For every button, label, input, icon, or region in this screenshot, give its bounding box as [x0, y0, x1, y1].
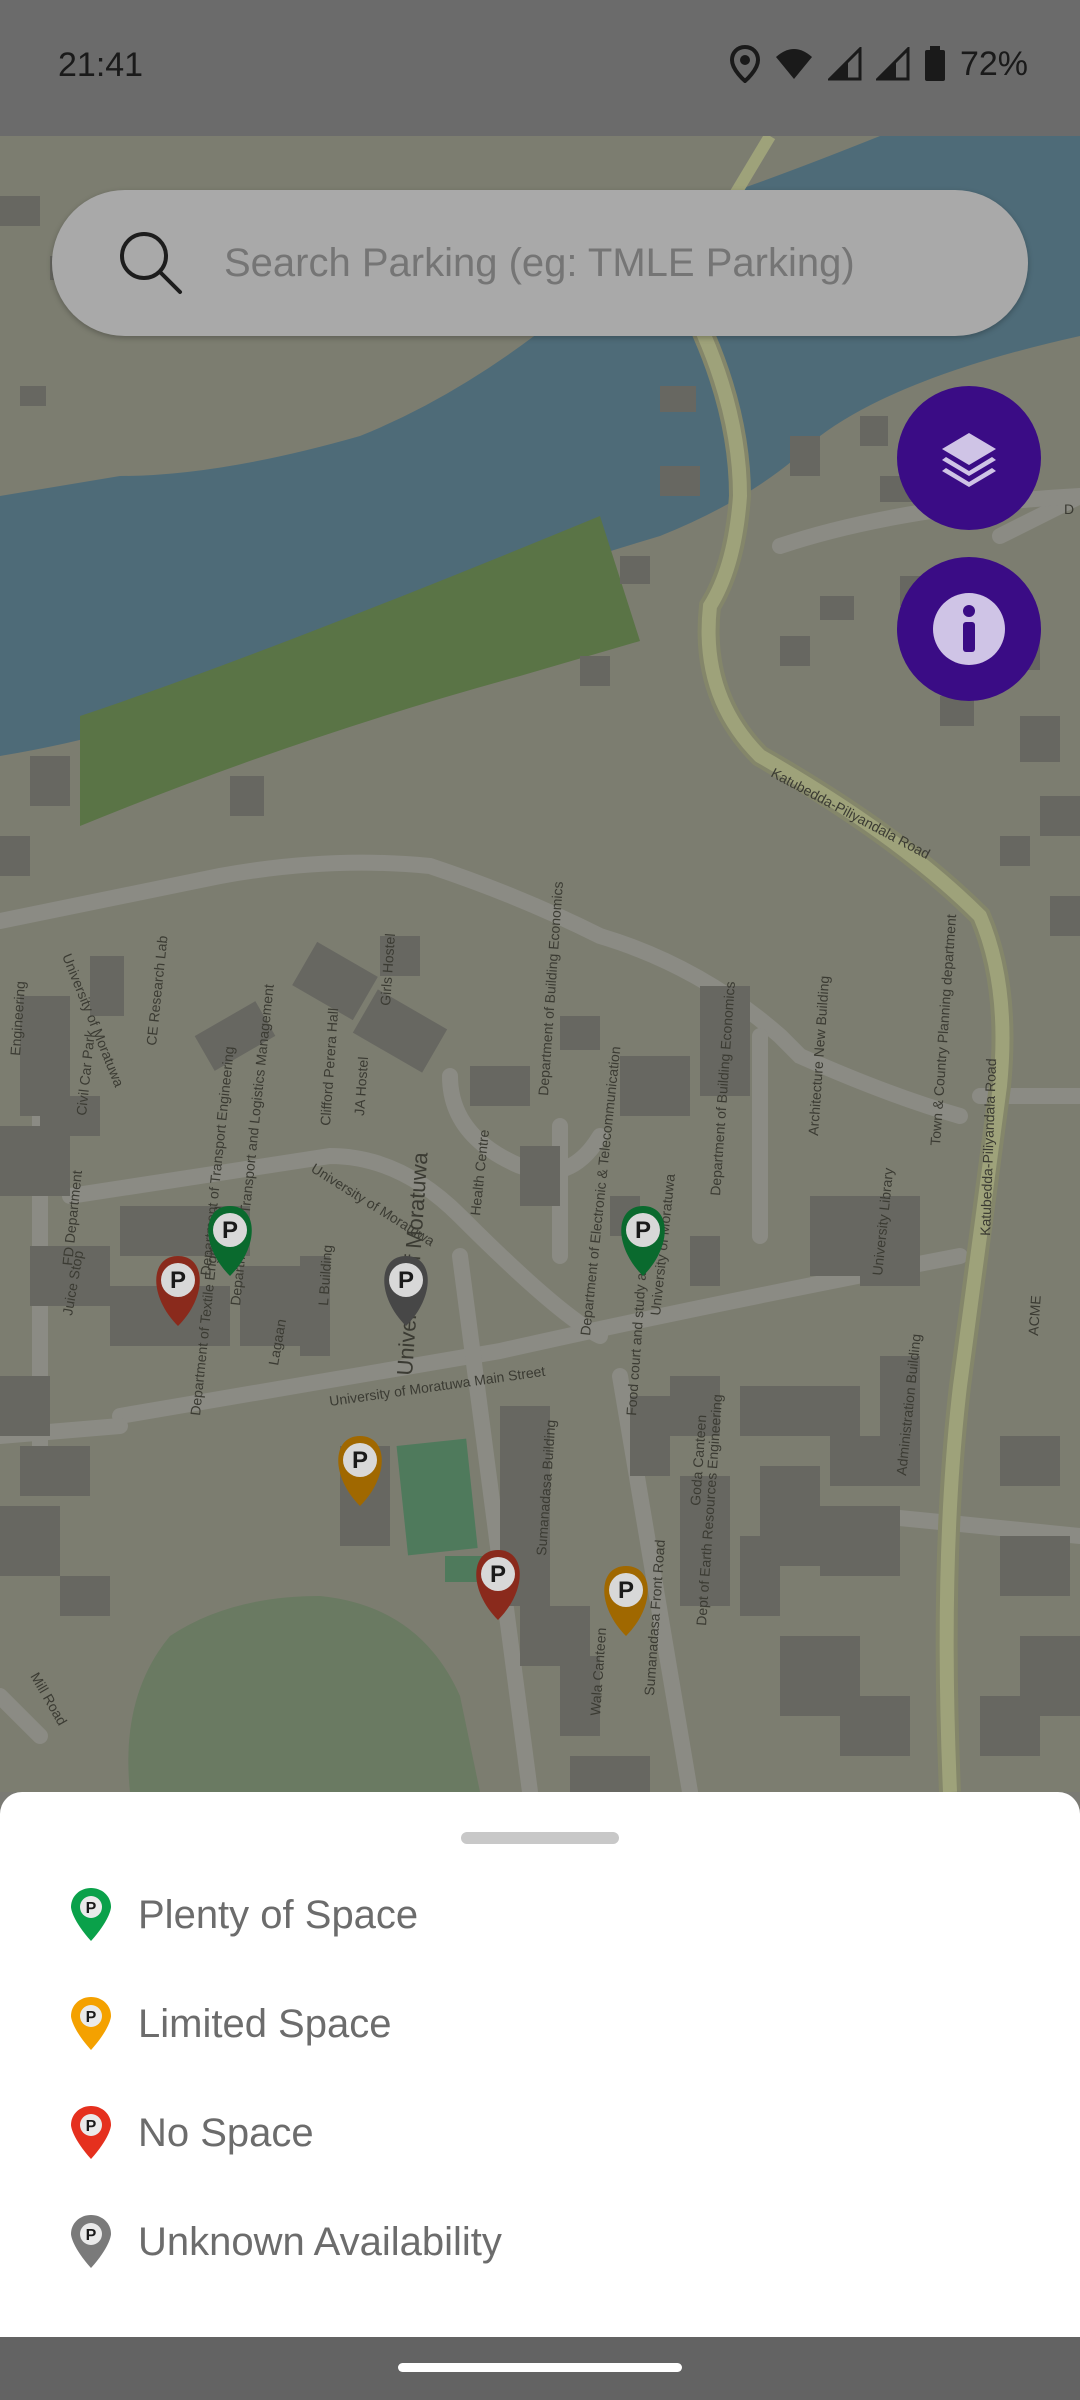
search-bar[interactable]: [52, 190, 1028, 336]
svg-text:P: P: [86, 2009, 97, 2026]
layers-button[interactable]: [897, 386, 1041, 530]
svg-text:P: P: [352, 1447, 368, 1474]
map-canvas[interactable]: Katubedda-Piliyandala Road Katubedda-Pil…: [0, 136, 1080, 1792]
legend-label: Limited Space: [138, 2001, 392, 2046]
legend-bottom-sheet[interactable]: P Plenty of Space P Limited Space P No S…: [0, 1792, 1080, 2337]
legend-item-limited: P Limited Space: [70, 1989, 391, 2059]
map-label-building: ACME: [1025, 1295, 1044, 1336]
battery-icon: [924, 46, 945, 81]
battery-percentage: 72%: [959, 44, 1028, 83]
signal-icon: [875, 47, 910, 81]
legend-item-none: P No Space: [70, 2098, 314, 2168]
legend-label: Unknown Availability: [138, 2219, 502, 2264]
location-icon: [729, 45, 760, 83]
green-parking-pin-icon: P: [71, 1888, 111, 1941]
search-icon[interactable]: [116, 228, 186, 298]
layers-icon: [942, 433, 996, 487]
svg-text:P: P: [86, 2227, 97, 2244]
svg-text:P: P: [86, 1900, 97, 1917]
status-icons: 72%: [729, 40, 1028, 88]
app-screen: 21:41 72% Katubedda-Piliyandala Road Kat…: [0, 0, 1080, 2400]
svg-text:P: P: [635, 1217, 651, 1244]
svg-text:P: P: [222, 1217, 238, 1244]
navigation-bar: [0, 2337, 1080, 2400]
signal-icon: [827, 47, 862, 81]
legend-item-plenty: P Plenty of Space: [70, 1880, 418, 1950]
wifi-icon: [775, 49, 812, 79]
svg-text:P: P: [618, 1577, 634, 1604]
gray-parking-pin-icon: P: [71, 2215, 111, 2268]
svg-text:P: P: [490, 1561, 506, 1588]
legend-label: No Space: [138, 2110, 314, 2155]
legend-item-unknown: P Unknown Availability: [70, 2207, 502, 2277]
drag-handle[interactable]: [461, 1832, 619, 1844]
orange-parking-pin-icon: P: [71, 1997, 111, 2050]
status-time: 21:41: [58, 46, 144, 84]
legend-label: Plenty of Space: [138, 1892, 419, 1937]
status-bar: 21:41 72%: [0, 0, 1080, 136]
red-parking-pin-icon: P: [71, 2106, 111, 2159]
map-label-road: D: [1064, 501, 1074, 517]
info-icon: [933, 593, 1005, 665]
search-input[interactable]: [222, 239, 986, 287]
svg-text:P: P: [398, 1267, 414, 1294]
svg-text:P: P: [170, 1267, 186, 1294]
svg-text:P: P: [86, 2118, 97, 2135]
info-button[interactable]: [897, 557, 1041, 701]
home-gesture-handle[interactable]: [398, 2363, 682, 2372]
campus-map[interactable]: Katubedda-Piliyandala Road Katubedda-Pil…: [0, 136, 1080, 1792]
